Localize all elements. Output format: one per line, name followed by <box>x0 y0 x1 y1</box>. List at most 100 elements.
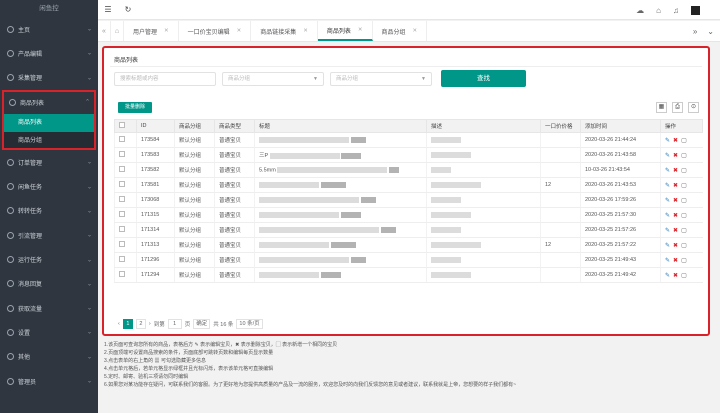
group-select[interactable]: 商品分组 ▼ <box>222 72 324 86</box>
cell-title[interactable]: 三P <box>254 147 427 163</box>
cell-group[interactable]: 默认分组 <box>174 267 215 283</box>
close-icon[interactable]: ✕ <box>358 27 363 33</box>
cell-group[interactable]: 默认分组 <box>174 147 215 163</box>
print-icon[interactable]: ⎙ <box>672 102 683 113</box>
refresh-icon[interactable]: ↻ <box>118 5 138 14</box>
column-header[interactable]: ID <box>136 119 175 133</box>
column-header[interactable]: 描述 <box>426 119 541 133</box>
row-checkbox-cell[interactable] <box>114 162 137 178</box>
delete-icon[interactable]: ✖ <box>673 152 678 159</box>
cell-type[interactable]: 普通宝贝 <box>214 162 255 178</box>
delete-icon[interactable]: ✖ <box>673 197 678 204</box>
edit-icon[interactable]: ✎ <box>665 182 670 189</box>
edit-icon[interactable]: ✎ <box>665 167 670 174</box>
prev-page-icon[interactable]: ‹ <box>118 321 120 327</box>
column-header[interactable]: 商品分组 <box>174 119 215 133</box>
copy-icon[interactable]: ▢ <box>681 212 687 219</box>
cell-type[interactable]: 普通宝贝 <box>214 207 255 223</box>
cell-price[interactable]: 12 <box>540 177 581 193</box>
delete-icon[interactable]: ✖ <box>673 212 678 219</box>
sidebar-item-xianyu-tasks[interactable]: 闲鱼任务 ⌄ <box>0 174 98 198</box>
delete-icon[interactable]: ✖ <box>673 167 678 174</box>
cell-group[interactable]: 默认分组 <box>174 192 215 208</box>
page-button-2[interactable]: 2 <box>135 319 146 329</box>
bell-icon[interactable]: ♫ <box>673 6 679 15</box>
cell-group[interactable]: 默认分组 <box>174 252 215 268</box>
cell-type[interactable]: 普通宝贝 <box>214 252 255 268</box>
select-all-checkbox[interactable] <box>119 122 125 128</box>
row-checkbox[interactable] <box>119 181 125 187</box>
row-checkbox[interactable] <box>119 196 125 202</box>
cell-type[interactable]: 普通宝贝 <box>214 237 255 253</box>
delete-icon[interactable]: ✖ <box>673 272 678 279</box>
tab-fixed-price-edit[interactable]: 一口价宝贝编辑 ✕ <box>179 21 252 41</box>
cell-description[interactable] <box>426 177 541 193</box>
cell-description[interactable] <box>426 237 541 253</box>
home-tab-icon[interactable]: ⌂ <box>111 21 124 41</box>
cell-description[interactable] <box>426 252 541 268</box>
table-row[interactable]: 171314 默认分组 普通宝贝 2020-03-25 21:57:26 ✎ ✖ ▢ <box>114 222 703 238</box>
copy-icon[interactable]: ▢ <box>681 242 687 249</box>
tab-product-group[interactable]: 商品分组 ✕ <box>373 21 428 41</box>
tab-link-collect[interactable]: 商品链接采集 ✕ <box>251 21 318 41</box>
row-checkbox-cell[interactable] <box>114 177 137 193</box>
row-checkbox-cell[interactable] <box>114 237 137 253</box>
edit-icon[interactable]: ✎ <box>665 227 670 234</box>
cell-description[interactable] <box>426 192 541 208</box>
edit-icon[interactable]: ✎ <box>665 257 670 264</box>
table-row[interactable]: 171315 默认分组 普通宝贝 2020-03-25 21:57:30 ✎ ✖ ▢ <box>114 207 703 223</box>
cell-description[interactable] <box>426 147 541 163</box>
row-checkbox-cell[interactable] <box>114 192 137 208</box>
cloud-icon[interactable]: ☁ <box>636 6 644 15</box>
copy-icon[interactable]: ▢ <box>681 227 687 234</box>
tab-scroll-left-icon[interactable]: « <box>98 21 111 41</box>
cell-price[interactable] <box>540 267 581 283</box>
cell-price[interactable] <box>540 162 581 178</box>
delete-icon[interactable]: ✖ <box>673 227 678 234</box>
cell-description[interactable] <box>426 162 541 178</box>
delete-icon[interactable]: ✖ <box>673 137 678 144</box>
row-checkbox-cell[interactable] <box>114 222 137 238</box>
row-checkbox[interactable] <box>119 256 125 262</box>
cell-title[interactable] <box>254 192 427 208</box>
type-select[interactable]: 商品分组 ▼ <box>330 72 432 86</box>
cell-description[interactable] <box>426 207 541 223</box>
table-row[interactable]: 171296 默认分组 普通宝贝 2020-03-25 21:49:43 ✎ ✖ ▢ <box>114 252 703 268</box>
cell-group[interactable]: 默认分组 <box>174 177 215 193</box>
delete-icon[interactable]: ✖ <box>673 182 678 189</box>
table-row[interactable]: 173583 默认分组 普通宝贝 三P 2020-03-26 21:43:58 ✎ ✖ ▢ <box>114 147 703 163</box>
row-checkbox-cell[interactable] <box>114 207 137 223</box>
cell-type[interactable]: 普通宝贝 <box>214 192 255 208</box>
tab-user-management[interactable]: 用户管理 ✕ <box>124 21 179 41</box>
cell-description[interactable] <box>426 222 541 238</box>
sidebar-item-admin[interactable]: 管理员 ⌄ <box>0 369 98 393</box>
search-input[interactable]: 搜索标题或内容 <box>114 72 216 86</box>
cell-group[interactable]: 默认分组 <box>174 207 215 223</box>
copy-icon[interactable]: ▢ <box>681 152 687 159</box>
row-checkbox[interactable] <box>119 241 125 247</box>
sidebar-item-product-edit[interactable]: 产品编辑 ⌄ <box>0 41 98 65</box>
delete-icon[interactable]: ✖ <box>673 242 678 249</box>
cell-title[interactable] <box>254 132 427 148</box>
cell-type[interactable]: 普通宝贝 <box>214 222 255 238</box>
next-page-icon[interactable]: › <box>149 321 151 327</box>
sidebar-subitem-product-group[interactable]: 商品分组 <box>2 132 96 151</box>
cell-group[interactable]: 默认分组 <box>174 162 215 178</box>
page-size-select[interactable]: 10 条/页 <box>236 319 263 329</box>
columns-icon[interactable]: ▦ <box>656 102 667 113</box>
cell-title[interactable] <box>254 177 427 193</box>
avatar[interactable] <box>691 5 700 15</box>
cell-group[interactable]: 默认分组 <box>174 237 215 253</box>
sidebar-item-home[interactable]: 主页 ⌄ <box>0 17 98 41</box>
cell-type[interactable]: 普通宝贝 <box>214 177 255 193</box>
export-icon[interactable]: ⊙ <box>688 102 699 113</box>
edit-icon[interactable]: ✎ <box>665 137 670 144</box>
cell-price[interactable] <box>540 222 581 238</box>
row-checkbox[interactable] <box>119 271 125 277</box>
table-row[interactable]: 173584 默认分组 普通宝贝 2020-03-26 21:44:24 ✎ ✖ ▢ <box>114 132 703 148</box>
goto-page-input[interactable]: 1 <box>167 319 182 329</box>
sidebar-item-orders[interactable]: 订单管理 ⌄ <box>0 150 98 174</box>
row-checkbox-cell[interactable] <box>114 267 137 283</box>
batch-delete-button[interactable]: 批量删除 <box>118 102 152 113</box>
cell-group[interactable]: 默认分组 <box>174 132 215 148</box>
